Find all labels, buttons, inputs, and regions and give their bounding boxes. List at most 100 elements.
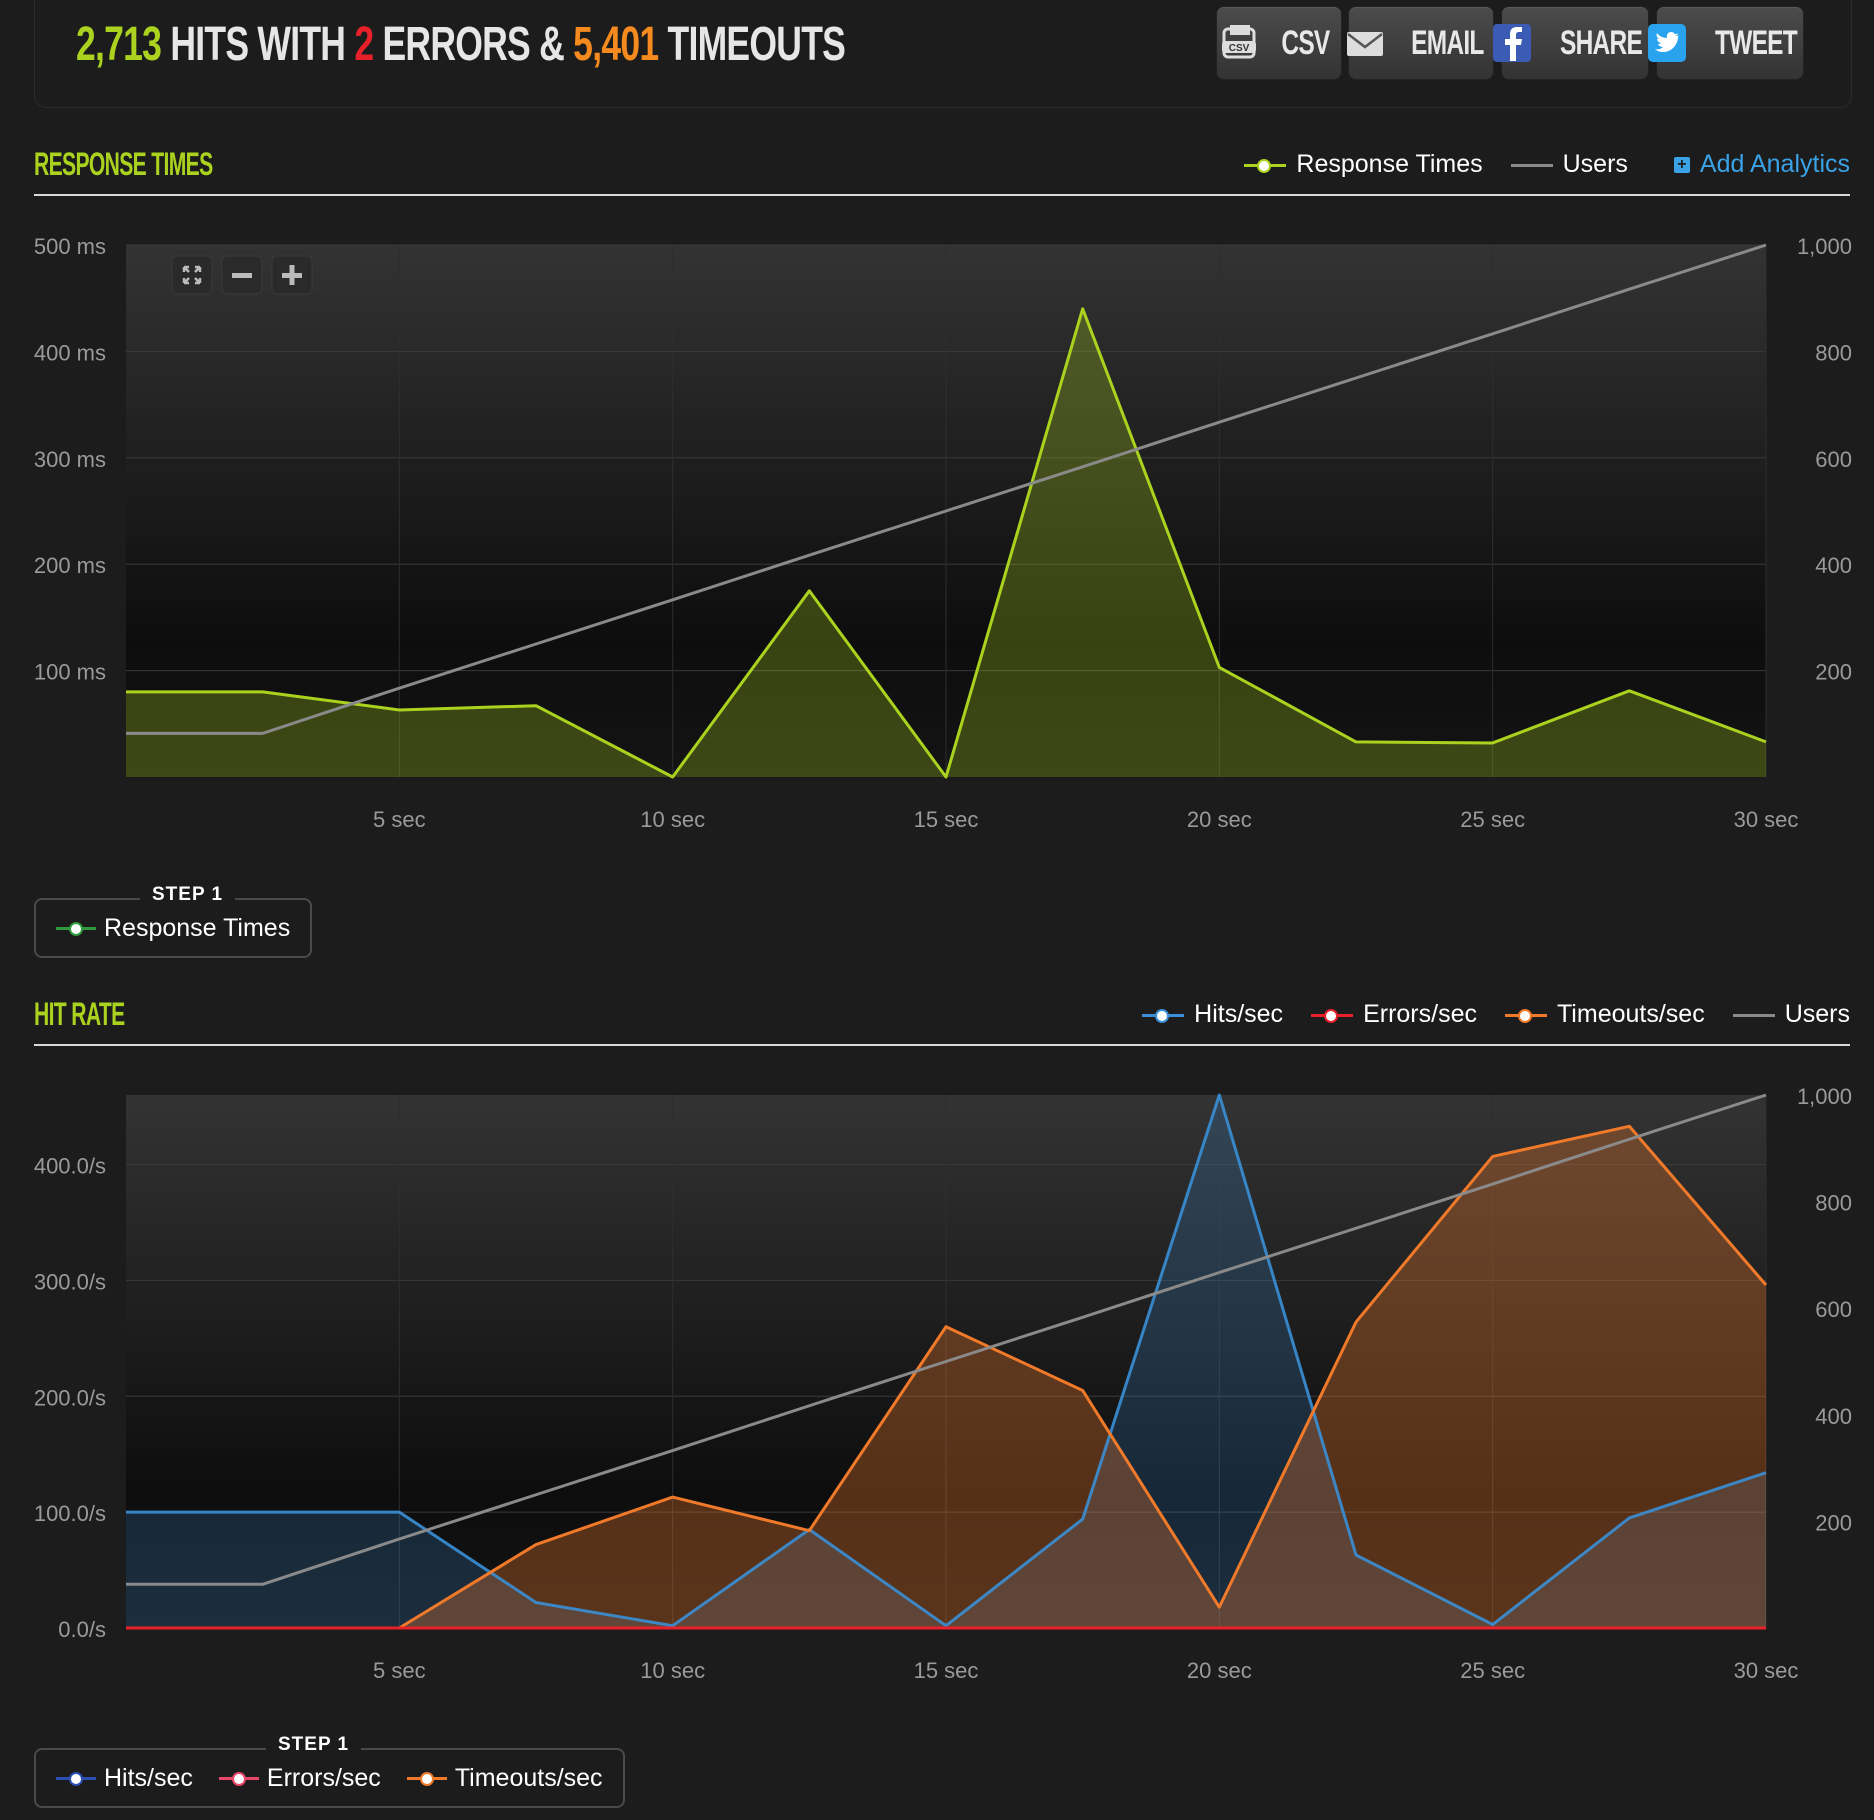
hit-rate-title: HIT RATE bbox=[34, 996, 125, 1032]
legend-users-hitrate[interactable]: Users bbox=[1732, 1000, 1850, 1029]
zoom-out-icon bbox=[232, 273, 252, 278]
timeouts-marker bbox=[1504, 1008, 1547, 1023]
errors-count: 2 bbox=[354, 17, 374, 71]
y-tick-label: 100 ms bbox=[34, 660, 106, 685]
y2-tick-label: 1,000 bbox=[1797, 234, 1852, 259]
legend-timeouts[interactable]: Timeouts/sec bbox=[1504, 1000, 1705, 1029]
hit-rate-chart: 0.0/s 100.0/s 200.0/s 300.0/s 400.0/s 5 sec 10… bbox=[34, 1084, 1852, 1683]
zoom-button-bg bbox=[171, 255, 213, 295]
y-tick-label: 200 ms bbox=[34, 553, 106, 578]
step-item-timeouts[interactable]: Timeouts/sec bbox=[406, 1763, 603, 1793]
legend-hits-label: Hits/sec bbox=[1194, 1000, 1284, 1028]
step-hits-marker bbox=[56, 1771, 96, 1786]
step-errors-marker bbox=[218, 1771, 259, 1786]
y-tick-label: 100.0/s bbox=[34, 1501, 106, 1526]
facebook-share-button[interactable]: SHARE bbox=[1492, 6, 1649, 80]
zoom-reset-button[interactable] bbox=[171, 255, 213, 295]
add-analytics-link[interactable]: + Add Analytics bbox=[1673, 150, 1850, 179]
legend-timeouts-label: Timeouts/sec bbox=[1556, 1000, 1705, 1028]
x-tick-label: 10 sec bbox=[640, 807, 705, 832]
response-step-label: STEP 1 bbox=[140, 884, 236, 906]
errors-marker bbox=[1311, 1008, 1354, 1023]
y2-tick-label: 1,000 bbox=[1797, 1084, 1852, 1109]
hitrate-step-legend: STEP 1 Hits/sec Errors/sec Timeouts/sec bbox=[34, 1734, 625, 1808]
plus-icon: + bbox=[1673, 156, 1690, 173]
hits-text: HITS WITH bbox=[170, 17, 346, 71]
hits-marker bbox=[1142, 1008, 1185, 1023]
step-item-response-times[interactable]: Response Times bbox=[56, 914, 290, 943]
y2-tick-label: 400 bbox=[1815, 553, 1852, 578]
x-tick-label: 20 sec bbox=[1187, 807, 1252, 832]
svg-text:CSV: CSV bbox=[1228, 43, 1249, 54]
step-timeouts-label: Timeouts/sec bbox=[454, 1763, 603, 1792]
y2-tick-label: 200 bbox=[1815, 660, 1852, 685]
y2-tick-label: 600 bbox=[1815, 1297, 1852, 1322]
x-tick-label: 25 sec bbox=[1460, 807, 1525, 832]
step-errors-label: Errors/sec bbox=[266, 1763, 381, 1792]
x-tick-label: 5 sec bbox=[373, 807, 426, 832]
test-summary: 2,713 HITS WITH 2 ERRORS & 5,401 TIMEOUT… bbox=[76, 14, 846, 74]
zoom-in-button[interactable] bbox=[271, 255, 313, 295]
x-tick-label: 10 sec bbox=[640, 1658, 705, 1683]
y2-tick-label: 600 bbox=[1815, 447, 1852, 472]
tweet-button[interactable]: TWEET bbox=[1648, 6, 1804, 80]
step-hits-label: Hits/sec bbox=[104, 1763, 193, 1792]
x-tick-label: 15 sec bbox=[914, 1658, 979, 1683]
y2-tick-label: 800 bbox=[1815, 340, 1852, 365]
hit-rate-divider bbox=[34, 1044, 1850, 1046]
x-tick-label: 30 sec bbox=[1734, 807, 1799, 832]
step-item-hits[interactable]: Hits/sec bbox=[56, 1764, 193, 1793]
y2-tick-label: 800 bbox=[1815, 1191, 1852, 1216]
x-tick-label: 25 sec bbox=[1460, 1658, 1525, 1683]
y-tick-label: 500 ms bbox=[34, 234, 106, 259]
legend-errors[interactable]: Errors/sec bbox=[1311, 1000, 1477, 1029]
legend-users-hitrate-label: Users bbox=[1784, 1000, 1850, 1028]
y-tick-label: 0.0/s bbox=[58, 1617, 106, 1642]
hitrate-step-label: STEP 1 bbox=[266, 1734, 362, 1756]
response-step-legend: STEP 1 Response Times bbox=[34, 884, 313, 958]
add-analytics-label: Add Analytics bbox=[1699, 150, 1850, 178]
email-label: EMAIL bbox=[1410, 23, 1484, 62]
users-marker bbox=[1510, 158, 1553, 172]
hit-rate-legend: Hits/sec Errors/sec Timeouts/sec Users bbox=[1114, 1000, 1850, 1029]
facebook-icon bbox=[1492, 23, 1532, 63]
users-marker-hitrate bbox=[1732, 1008, 1775, 1022]
y2-tick-label: 200 bbox=[1815, 1510, 1852, 1535]
y-tick-label: 300 ms bbox=[34, 447, 106, 472]
plus-vertical bbox=[289, 265, 295, 285]
legend-users-label: Users bbox=[1562, 150, 1628, 178]
legend-users[interactable]: Users bbox=[1510, 150, 1628, 179]
email-button[interactable]: EMAIL bbox=[1346, 6, 1494, 80]
errors-text: ERRORS & bbox=[382, 17, 565, 71]
step-response-marker bbox=[56, 921, 96, 936]
response-times-title: RESPONSE TIMES bbox=[34, 146, 213, 182]
tweet-label: TWEET bbox=[1714, 23, 1798, 62]
legend-response-times-label: Response Times bbox=[1296, 150, 1483, 178]
x-tick-label: 15 sec bbox=[914, 807, 979, 832]
y-tick-label: 400 ms bbox=[34, 340, 106, 365]
timeouts-text: TIMEOUTS bbox=[667, 17, 846, 71]
hits-count: 2,713 bbox=[76, 17, 162, 71]
legend-errors-label: Errors/sec bbox=[1363, 1000, 1477, 1028]
legend-hits[interactable]: Hits/sec bbox=[1142, 1000, 1283, 1029]
x-tick-label: 20 sec bbox=[1187, 1658, 1252, 1683]
zoom-out-button[interactable] bbox=[221, 255, 263, 295]
step-item-errors[interactable]: Errors/sec bbox=[218, 1763, 381, 1793]
timeouts-count: 5,401 bbox=[573, 17, 659, 71]
csv-icon: CSV bbox=[1220, 23, 1260, 63]
csv-button[interactable]: CSV CSV bbox=[1216, 6, 1342, 80]
y-tick-label: 300.0/s bbox=[34, 1269, 106, 1294]
response-times-divider bbox=[34, 194, 1850, 196]
csv-label: CSV bbox=[1280, 23, 1330, 62]
x-tick-label: 5 sec bbox=[373, 1658, 426, 1683]
response-times-legend: Response Times Users + Add Analytics bbox=[1216, 150, 1850, 179]
y2-tick-label: 400 bbox=[1815, 1404, 1852, 1429]
step-response-label: Response Times bbox=[104, 913, 291, 942]
twitter-icon bbox=[1647, 23, 1687, 63]
step-timeouts-marker bbox=[406, 1771, 447, 1786]
response-times-marker bbox=[1244, 158, 1287, 173]
legend-response-times[interactable]: Response Times bbox=[1244, 150, 1483, 179]
x-tick-label: 30 sec bbox=[1734, 1658, 1799, 1683]
y-tick-label: 400.0/s bbox=[34, 1154, 106, 1179]
response-times-chart: 100 ms 200 ms 300 ms 400 ms 500 ms 5 sec 10 se… bbox=[34, 234, 1852, 832]
